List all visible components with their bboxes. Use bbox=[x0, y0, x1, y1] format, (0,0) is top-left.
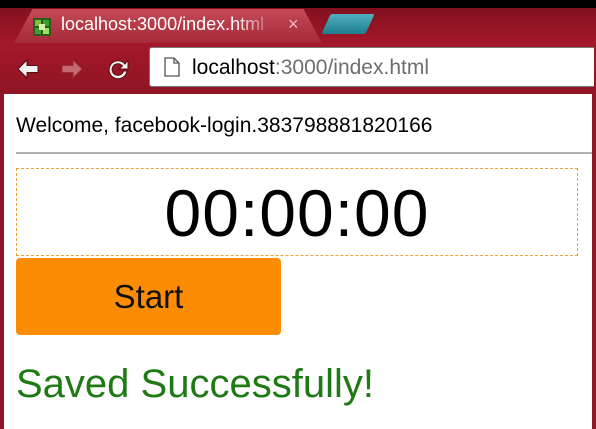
status-message: Saved Successfully! bbox=[16, 362, 374, 406]
timer-value: 00:00:00 bbox=[164, 176, 430, 250]
new-tab-icon[interactable] bbox=[321, 14, 375, 34]
page-icon bbox=[164, 57, 180, 77]
start-button[interactable]: Start bbox=[16, 258, 281, 335]
app-favicon-icon bbox=[33, 18, 51, 36]
address-bar[interactable]: localhost:3000/index.html bbox=[149, 47, 594, 87]
divider bbox=[16, 152, 592, 154]
back-arrow-icon[interactable] bbox=[14, 55, 42, 83]
browser-frame-right bbox=[592, 90, 596, 429]
timer-display: 00:00:00 bbox=[16, 168, 578, 256]
address-url[interactable]: localhost:3000/index.html bbox=[192, 56, 429, 80]
reload-icon[interactable] bbox=[104, 55, 132, 83]
browser-toolbar: localhost:3000/index.html bbox=[4, 43, 594, 93]
page-content: Welcome, facebook-login.383798881820166 … bbox=[4, 94, 592, 429]
close-tab-icon[interactable]: × bbox=[288, 14, 299, 34]
tab-title: localhost:3000/index.html bbox=[61, 14, 265, 34]
url-host: localhost bbox=[192, 56, 275, 79]
browser-window: localhost:3000/index.html × localhost:30… bbox=[0, 0, 596, 429]
forward-arrow-icon[interactable] bbox=[58, 55, 86, 83]
welcome-text: Welcome, facebook-login.383798881820166 bbox=[16, 114, 433, 137]
url-path: :3000/index.html bbox=[274, 56, 429, 79]
